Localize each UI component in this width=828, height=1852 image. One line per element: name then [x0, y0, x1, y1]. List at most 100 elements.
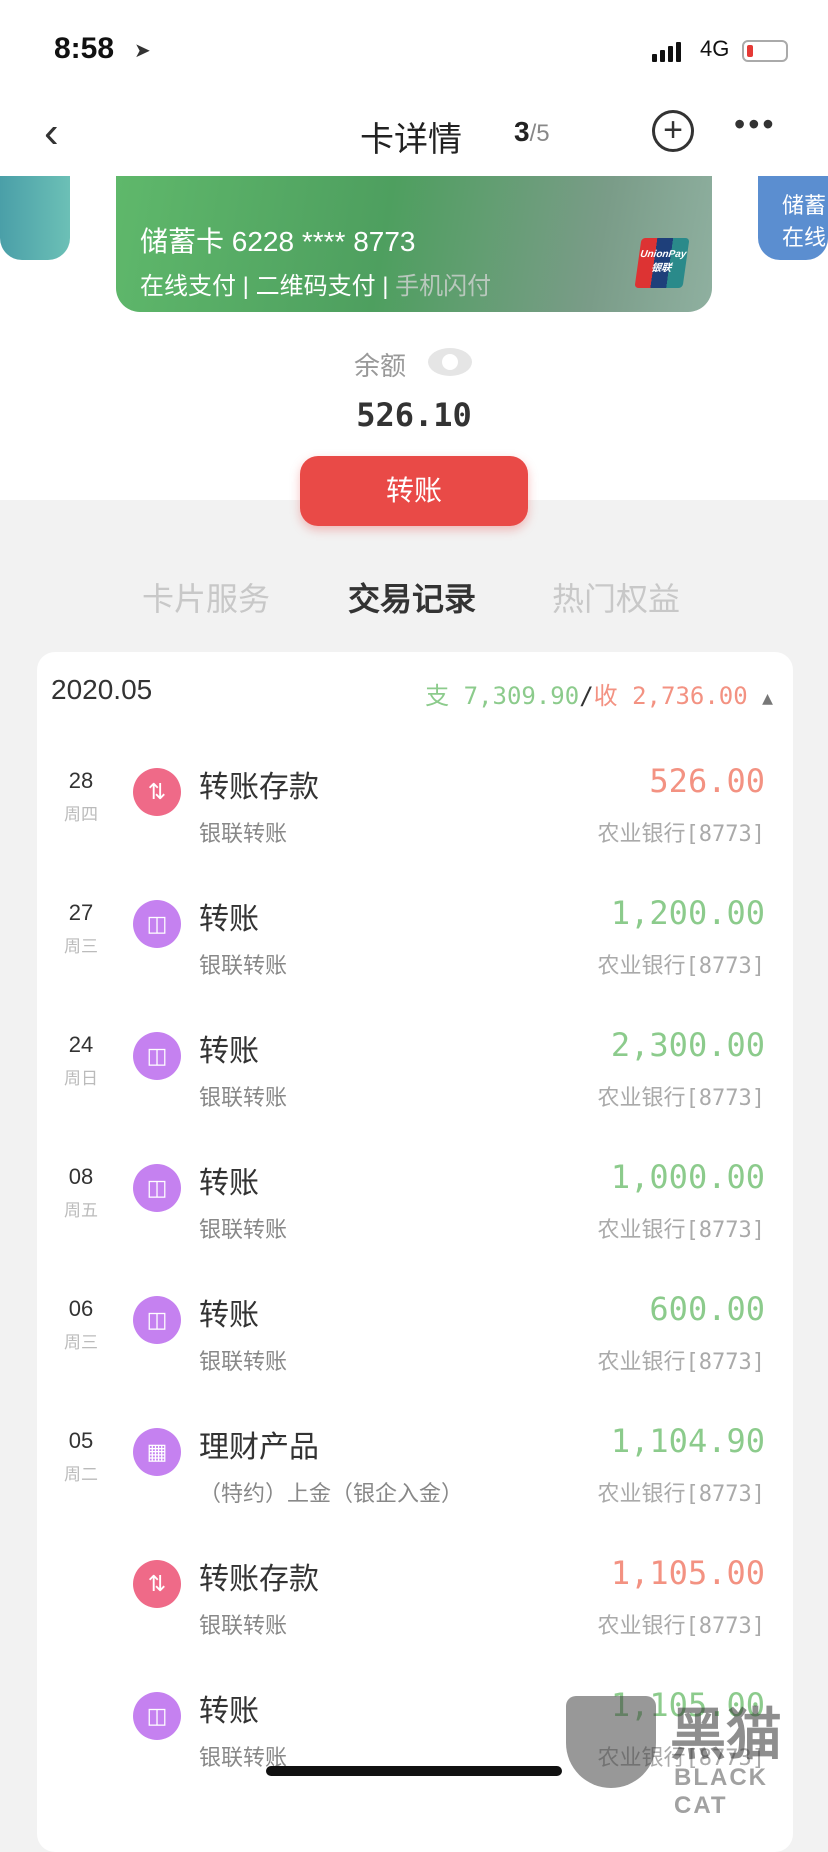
transaction-title: 转账 — [199, 1299, 259, 1332]
month-label: 2020.05 — [51, 674, 153, 705]
feature: 手机闪付 — [395, 273, 492, 300]
back-icon[interactable]: ‹ — [44, 108, 59, 158]
transaction-subtitle: 银联转账 — [199, 1217, 288, 1242]
day: 24 — [68, 1032, 94, 1057]
battery-icon — [742, 40, 788, 62]
shopping-bag-icon: ◫ — [133, 900, 181, 948]
weekday: 周五 — [64, 1201, 98, 1220]
shopping-bag-icon: ◫ — [133, 1296, 181, 1344]
bank-card[interactable]: 储蓄卡 6228 **** 8773 在线支付 | 二维码支付 | 手机闪付 U… — [116, 176, 712, 312]
transaction-title: 转账存款 — [199, 1563, 319, 1596]
expense-label: 支 — [425, 682, 450, 710]
location-arrow-icon: ➤ — [134, 40, 151, 62]
shopping-bag-icon: ◫ — [133, 1164, 181, 1212]
transaction-amount: 526.00 — [649, 762, 765, 800]
income-label: 收 — [593, 682, 618, 710]
watermark-text: 黑猫 — [670, 1703, 782, 1766]
tab-benefits[interactable]: 热门权益 — [552, 574, 680, 620]
transaction-row[interactable]: 05 周二 ▦ 理财产品 （特约）上金（银企入金） 1,104.90 农业银行[8… — [37, 1422, 793, 1560]
unionpay-logo: UnionPay 银联 — [634, 238, 690, 288]
bank-account: 农业银行[8773] — [597, 1086, 765, 1111]
date — [53, 1692, 109, 1698]
shopping-bag-icon: ◫ — [133, 1032, 181, 1080]
balance-label: 余额 — [354, 351, 407, 381]
transaction-title: 转账 — [199, 1167, 259, 1200]
weekday: 周日 — [64, 1069, 98, 1088]
date: 27 周三 — [53, 900, 109, 957]
transfer-button[interactable]: 转账 — [300, 456, 528, 526]
more-icon[interactable]: ••• — [734, 106, 777, 143]
bank-account: 农业银行[8773] — [597, 822, 765, 847]
transaction-title: 转账 — [199, 903, 259, 936]
day: 28 — [68, 768, 94, 793]
calculator-icon: ▦ — [133, 1428, 181, 1476]
transaction-row[interactable]: 28 周四 ⇅ 转账存款 银联转账 526.00 农业银行[8773] — [37, 762, 793, 900]
shopping-bag-icon: ◫ — [133, 1692, 181, 1740]
balance-value: 526.10 — [356, 396, 472, 434]
eye-icon[interactable] — [428, 348, 472, 376]
status-bar: 8:58 ➤ 4G — [0, 30, 828, 70]
card-features: 在线支付 | 二维码支付 | 手机闪付 — [140, 273, 492, 300]
transaction-subtitle: 银联转账 — [199, 821, 288, 846]
weekday: 周四 — [64, 805, 98, 824]
bank-account: 农业银行[8773] — [597, 954, 765, 979]
bank-account: 农业银行[8773] — [597, 1482, 765, 1507]
date: 06 周三 — [53, 1296, 109, 1353]
transaction-row[interactable]: 27 周三 ◫ 转账 银联转账 1,200.00 农业银行[8773] — [37, 894, 793, 1032]
collapse-icon[interactable]: ▲ — [762, 688, 773, 709]
signal-icon — [652, 42, 681, 62]
transfer-deposit-icon: ⇅ — [133, 768, 181, 816]
date — [53, 1560, 109, 1566]
date: 24 周日 — [53, 1032, 109, 1089]
transaction-amount: 1,104.90 — [610, 1422, 765, 1460]
transaction-amount: 1,105.00 — [610, 1554, 765, 1592]
feature: 二维码支付 — [255, 273, 376, 300]
day: 27 — [68, 900, 94, 925]
next-card[interactable]: 储蓄 在线 — [758, 176, 828, 260]
transaction-subtitle: 银联转账 — [199, 953, 288, 978]
clock: 8:58 — [54, 32, 115, 65]
transaction-row[interactable]: 24 周日 ◫ 转账 银联转账 2,300.00 农业银行[8773] — [37, 1026, 793, 1164]
tab-card-services[interactable]: 卡片服务 — [142, 574, 270, 620]
bank-account: 农业银行[8773] — [597, 1350, 765, 1375]
income-total: 2,736.00 — [632, 682, 748, 710]
add-icon[interactable]: + — [652, 110, 694, 152]
next-card-line: 在线 — [782, 225, 827, 250]
transaction-list: 2020.05 支 7,309.90/收 2,736.00 ▲ 28 周四 ⇅ 转… — [37, 652, 793, 1852]
transaction-amount: 1,000.00 — [610, 1158, 765, 1196]
nav-bar: ‹ 卡详情 3/5 + ••• — [0, 100, 828, 164]
watermark-logo: 黑猫 BLACK CAT — [560, 1690, 828, 1819]
transaction-subtitle: 银联转账 — [199, 1349, 288, 1374]
month-summary[interactable]: 支 7,309.90/收 2,736.00 ▲ — [425, 676, 773, 711]
transaction-amount: 2,300.00 — [610, 1026, 765, 1064]
date: 08 周五 — [53, 1164, 109, 1221]
transaction-row[interactable]: 06 周三 ◫ 转账 银联转账 600.00 农业银行[8773] — [37, 1290, 793, 1428]
day: 06 — [68, 1296, 94, 1321]
transfer-deposit-icon: ⇅ — [133, 1560, 181, 1608]
watermark-subtext: BLACK CAT — [674, 1764, 768, 1819]
weekday: 周三 — [64, 1333, 98, 1352]
card-pager: 3/5 — [514, 116, 550, 148]
prev-card[interactable] — [0, 176, 70, 260]
expense-total: 7,309.90 — [463, 682, 580, 710]
network-type: 4G — [700, 36, 730, 61]
tab-transactions[interactable]: 交易记录 — [348, 574, 476, 620]
feature: 在线支付 — [140, 273, 236, 300]
page-title: 卡详情 — [360, 121, 462, 159]
next-card-line: 储蓄 — [782, 193, 827, 218]
date: 05 周二 — [53, 1428, 109, 1485]
transaction-amount: 1,200.00 — [610, 894, 765, 932]
day: 05 — [68, 1428, 94, 1453]
bank-account: 农业银行[8773] — [597, 1218, 765, 1243]
transaction-amount: 600.00 — [649, 1290, 765, 1328]
bank-account: 农业银行[8773] — [597, 1614, 765, 1639]
transaction-row[interactable]: 08 周五 ◫ 转账 银联转账 1,000.00 农业银行[8773] — [37, 1158, 793, 1296]
weekday: 周三 — [64, 937, 98, 956]
weekday: 周二 — [64, 1465, 98, 1484]
transaction-title: 转账 — [199, 1695, 259, 1728]
transaction-subtitle: 银联转账 — [199, 1085, 288, 1110]
page-current: 3 — [514, 116, 530, 147]
transaction-subtitle: 银联转账 — [199, 1613, 288, 1638]
transaction-title: 理财产品 — [199, 1431, 319, 1464]
transaction-row[interactable]: ⇅ 转账存款 银联转账 1,105.00 农业银行[8773] — [37, 1554, 793, 1692]
